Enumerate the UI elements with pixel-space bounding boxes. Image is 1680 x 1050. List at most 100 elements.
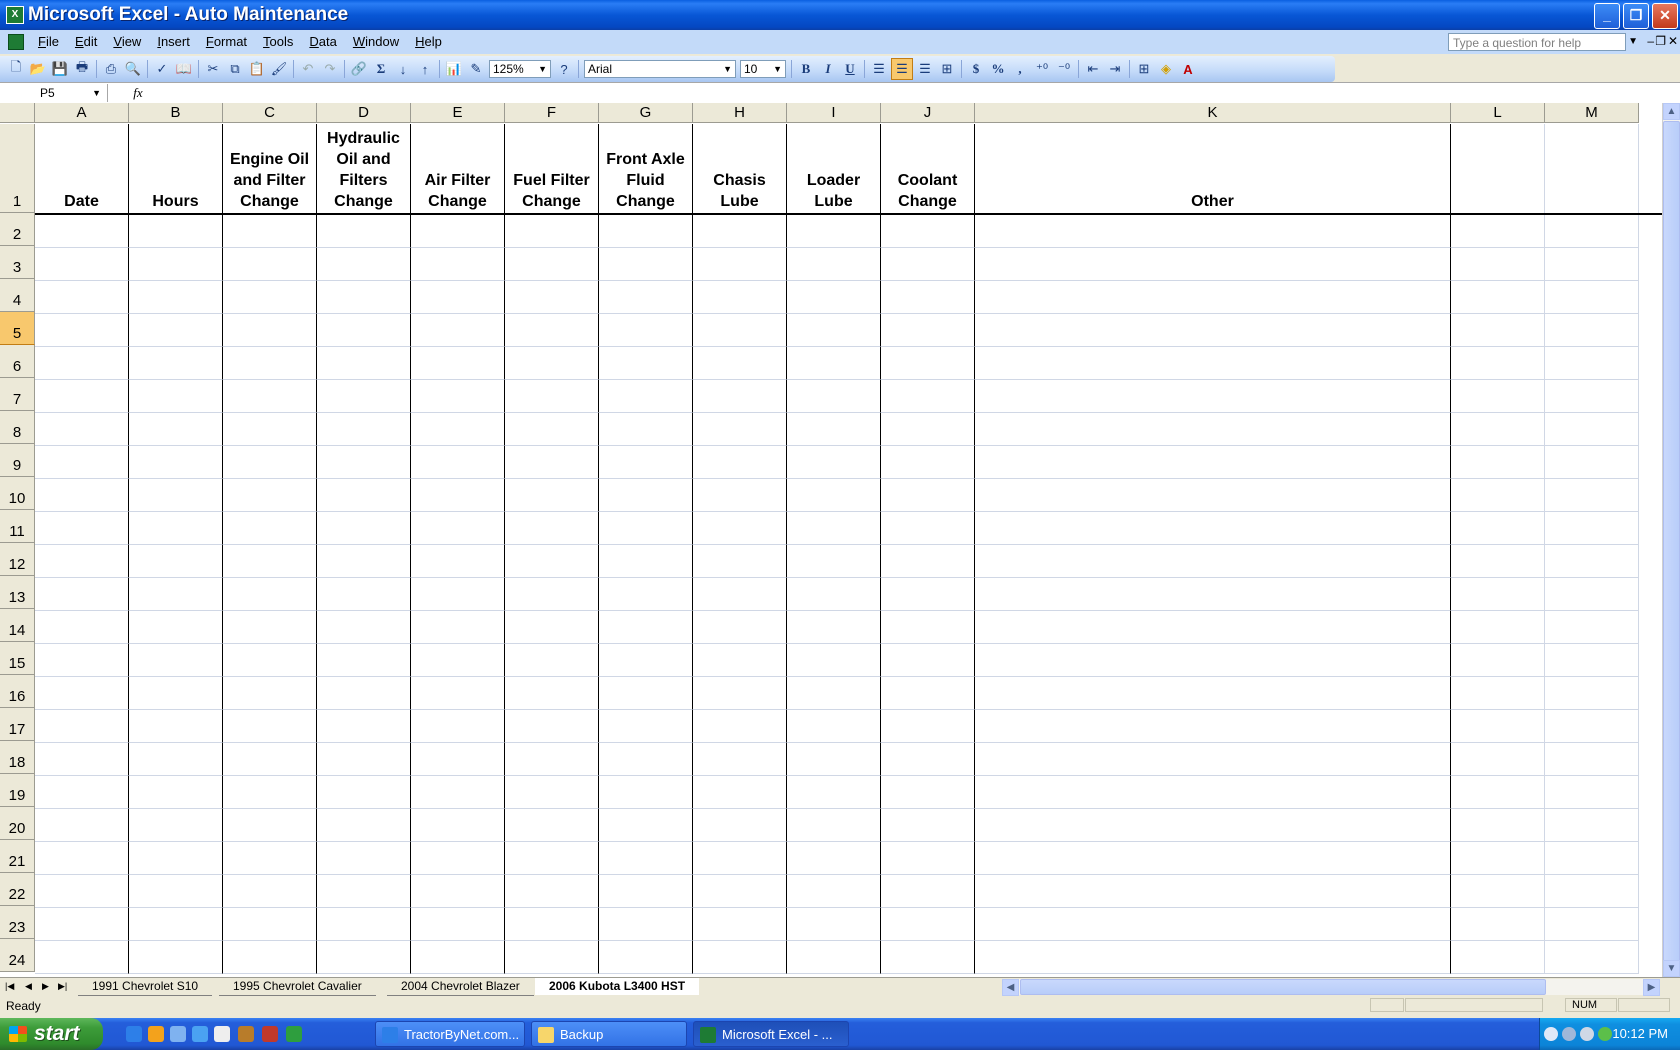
cell[interactable] xyxy=(223,908,317,941)
cell[interactable] xyxy=(411,512,505,545)
first-sheet-icon[interactable]: |◀ xyxy=(5,978,14,995)
cell[interactable] xyxy=(599,611,693,644)
cell[interactable] xyxy=(693,611,787,644)
cell[interactable] xyxy=(129,611,223,644)
cell[interactable] xyxy=(881,809,975,842)
row-header[interactable]: 15 xyxy=(0,642,35,675)
cell[interactable] xyxy=(975,281,1451,314)
copy-icon[interactable]: ⧉ xyxy=(225,59,245,79)
cell[interactable] xyxy=(693,776,787,809)
doc-close-icon[interactable]: ✕ xyxy=(1668,34,1678,48)
tree-icon[interactable] xyxy=(286,1026,302,1042)
doc-minimize-icon[interactable]: – xyxy=(1647,34,1654,48)
borders-icon[interactable]: ⊞ xyxy=(1134,59,1154,79)
cell[interactable] xyxy=(881,908,975,941)
cell[interactable] xyxy=(223,644,317,677)
cell[interactable] xyxy=(599,842,693,875)
cell[interactable] xyxy=(599,281,693,314)
cell[interactable] xyxy=(881,380,975,413)
cell[interactable] xyxy=(411,248,505,281)
column-header[interactable]: B xyxy=(129,103,223,123)
cell[interactable] xyxy=(223,314,317,347)
security-icon[interactable] xyxy=(1598,1027,1612,1041)
cell[interactable] xyxy=(129,644,223,677)
cell[interactable] xyxy=(1545,743,1639,776)
cell[interactable] xyxy=(1545,479,1639,512)
cell[interactable] xyxy=(129,248,223,281)
cell[interactable] xyxy=(129,314,223,347)
cell[interactable] xyxy=(1451,347,1545,380)
cell[interactable] xyxy=(411,347,505,380)
autosum-icon[interactable]: Σ xyxy=(371,59,391,79)
save-icon[interactable]: 💾 xyxy=(50,59,70,79)
comma-button[interactable]: , xyxy=(1010,59,1030,79)
start-button[interactable]: start xyxy=(0,1018,103,1050)
ie-icon[interactable] xyxy=(126,1026,142,1042)
cell[interactable] xyxy=(1545,842,1639,875)
cell[interactable] xyxy=(1451,908,1545,941)
cell[interactable] xyxy=(223,578,317,611)
cell[interactable] xyxy=(411,215,505,248)
row-header[interactable]: 19 xyxy=(0,774,35,807)
cell[interactable] xyxy=(505,314,599,347)
cell[interactable] xyxy=(599,710,693,743)
increase-indent-icon[interactable]: ⇥ xyxy=(1105,59,1125,79)
row-header[interactable]: 7 xyxy=(0,378,35,411)
cell[interactable] xyxy=(975,611,1451,644)
cell[interactable] xyxy=(787,512,881,545)
cell[interactable] xyxy=(505,446,599,479)
cell[interactable] xyxy=(975,545,1451,578)
cell[interactable] xyxy=(317,248,411,281)
cell[interactable] xyxy=(975,215,1451,248)
cell[interactable] xyxy=(599,875,693,908)
cell[interactable] xyxy=(129,908,223,941)
cell[interactable] xyxy=(317,776,411,809)
menu-help[interactable]: Help xyxy=(407,30,450,54)
cell[interactable] xyxy=(35,743,129,776)
cell[interactable] xyxy=(35,710,129,743)
cell[interactable] xyxy=(1545,941,1639,974)
underline-button[interactable]: U xyxy=(840,59,860,79)
column-header[interactable]: F xyxy=(505,103,599,123)
spelling-icon[interactable]: ✓ xyxy=(152,59,172,79)
cell[interactable] xyxy=(1451,644,1545,677)
doc-restore-icon[interactable]: ❐ xyxy=(1655,34,1666,48)
menu-format[interactable]: Format xyxy=(198,30,255,54)
column-header[interactable]: K xyxy=(975,103,1451,123)
cell[interactable] xyxy=(787,644,881,677)
cell[interactable] xyxy=(317,281,411,314)
cell[interactable] xyxy=(787,347,881,380)
zoom-select[interactable]: 125% ▼ xyxy=(489,60,551,78)
cell[interactable] xyxy=(599,446,693,479)
cell[interactable] xyxy=(881,215,975,248)
cell[interactable] xyxy=(223,446,317,479)
sort-descending-icon[interactable]: ↑ xyxy=(415,59,435,79)
column-header[interactable]: D xyxy=(317,103,411,123)
cell[interactable] xyxy=(411,677,505,710)
cell[interactable] xyxy=(505,776,599,809)
cell[interactable] xyxy=(693,215,787,248)
cell[interactable] xyxy=(1451,842,1545,875)
cell[interactable] xyxy=(411,545,505,578)
column-header[interactable]: H xyxy=(693,103,787,123)
header-cell[interactable]: Other xyxy=(975,124,1451,213)
cell[interactable] xyxy=(881,710,975,743)
cell[interactable] xyxy=(317,677,411,710)
cell[interactable] xyxy=(35,347,129,380)
bold-button[interactable]: B xyxy=(796,59,816,79)
cell[interactable] xyxy=(35,908,129,941)
tray-expand-icon[interactable] xyxy=(1544,1027,1558,1041)
cell[interactable] xyxy=(787,545,881,578)
cell[interactable] xyxy=(129,776,223,809)
cell[interactable] xyxy=(881,545,975,578)
cell[interactable] xyxy=(599,545,693,578)
cell[interactable] xyxy=(223,842,317,875)
column-header[interactable]: C xyxy=(223,103,317,123)
taskbar-button-backup[interactable]: Backup xyxy=(531,1021,687,1047)
header-cell[interactable]: Hours xyxy=(129,124,223,213)
cell[interactable] xyxy=(317,479,411,512)
cell[interactable] xyxy=(787,842,881,875)
cell[interactable] xyxy=(1451,941,1545,974)
cell[interactable] xyxy=(505,908,599,941)
cell[interactable] xyxy=(693,446,787,479)
